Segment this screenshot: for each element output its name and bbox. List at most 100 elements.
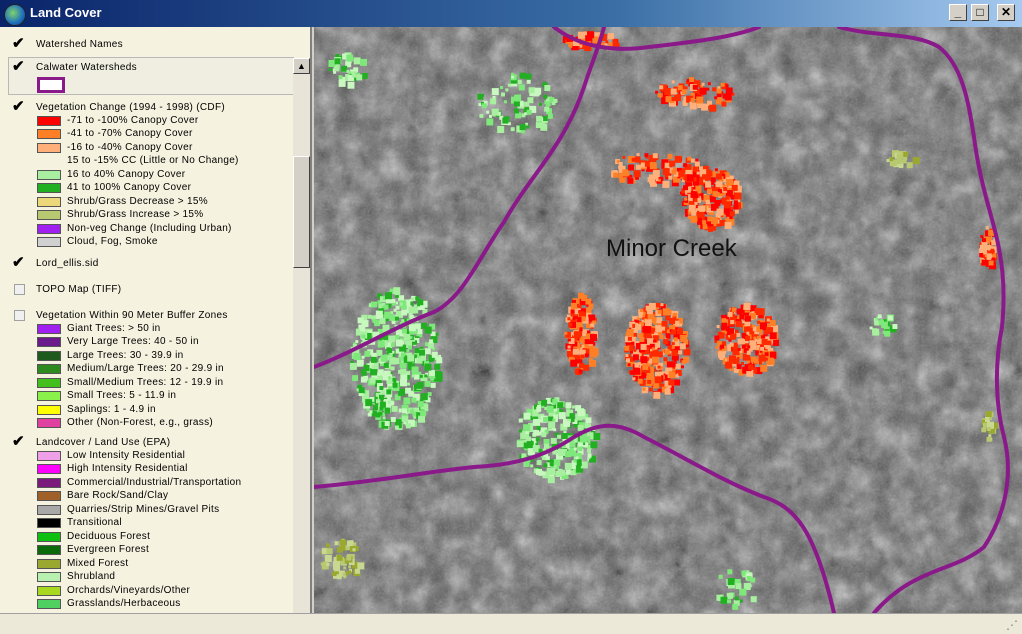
color-swatch <box>37 224 61 234</box>
vegetation-change-patch <box>902 159 907 164</box>
vegetation-change-patch <box>695 158 699 162</box>
vegetation-change-patch <box>519 429 522 433</box>
vegetation-change-patch <box>526 441 534 449</box>
vegetation-change-patch <box>887 315 893 321</box>
vegetation-change-patch <box>979 253 984 257</box>
vegetation-change-patch <box>731 307 736 312</box>
vegetation-change-patch <box>633 367 641 375</box>
vegetation-change-patch <box>716 208 724 216</box>
vegetation-change-patch <box>408 306 416 314</box>
layer-checkbox[interactable] <box>14 310 25 321</box>
resize-grip-icon[interactable]: ⋰ <box>1006 619 1018 631</box>
vegetation-change-patch <box>377 340 385 348</box>
vegetation-change-patch <box>766 318 770 322</box>
close-button[interactable]: ✕ <box>997 4 1015 21</box>
vegetation-change-patch <box>427 392 432 397</box>
vegetation-change-patch <box>992 254 997 258</box>
class-label: Shrub/Grass Increase > 15% <box>67 209 204 220</box>
scroll-up-button[interactable]: ▲ <box>293 58 310 74</box>
vegetation-change-patch <box>760 364 768 372</box>
checkmark-icon[interactable]: ✔ <box>12 434 26 449</box>
minimize-button[interactable]: _ <box>949 4 967 21</box>
class-label: Very Large Trees: 40 - 50 in <box>67 336 199 347</box>
vegetation-change-patch <box>718 574 723 579</box>
vegetation-change-patch <box>347 81 355 89</box>
vegetation-change-patch <box>367 314 372 319</box>
vegetation-change-patch <box>627 177 634 184</box>
scroll-thumb[interactable] <box>293 156 310 268</box>
color-swatch <box>37 505 61 515</box>
vegetation-change-patch <box>718 351 726 359</box>
vegetation-change-patch <box>360 58 367 66</box>
vegetation-change-patch <box>707 188 712 194</box>
vegetation-change-patch <box>715 346 719 349</box>
vegetation-change-patch <box>666 361 673 368</box>
vegetation-change-patch <box>486 118 494 126</box>
vegetation-change-patch <box>543 463 548 468</box>
vegetation-change-patch <box>653 339 657 343</box>
vegetation-change-patch <box>647 373 654 380</box>
vegetation-change-patch <box>689 101 693 105</box>
vegetation-change-patch <box>528 87 535 94</box>
vegetation-change-patch <box>391 405 398 412</box>
vegetation-change-patch <box>684 86 688 90</box>
vegetation-change-patch <box>530 464 534 468</box>
vegetation-change-patch <box>758 361 762 365</box>
vegetation-change-patch <box>353 57 361 65</box>
legend-scrollbar[interactable]: ▲ ▼ <box>293 58 310 613</box>
vegetation-change-patch <box>570 359 578 367</box>
vegetation-change-patch <box>605 40 609 44</box>
vegetation-change-patch <box>668 371 676 379</box>
vegetation-change-patch <box>699 205 706 212</box>
vegetation-change-patch <box>625 354 629 357</box>
vegetation-change-patch <box>651 347 655 351</box>
vegetation-change-patch <box>683 163 688 168</box>
vegetation-change-patch <box>679 323 683 327</box>
vegetation-change-patch <box>723 187 728 192</box>
map-view[interactable]: Minor Creek <box>314 27 1022 613</box>
layer-checkbox[interactable] <box>14 284 25 295</box>
checkmark-icon[interactable]: ✔ <box>12 59 26 74</box>
vegetation-change-patch <box>720 82 725 87</box>
color-swatch <box>37 116 61 126</box>
vegetation-change-patch <box>613 172 619 178</box>
maximize-button[interactable]: □ <box>971 4 989 21</box>
vegetation-change-patch <box>428 357 434 363</box>
vegetation-change-patch <box>536 468 542 475</box>
checkmark-icon[interactable]: ✔ <box>12 99 26 114</box>
vegetation-change-patch <box>334 541 339 546</box>
checkmark-icon[interactable]: ✔ <box>12 36 26 51</box>
vegetation-change-patch <box>694 194 698 199</box>
vegetation-change-patch <box>746 360 750 364</box>
vegetation-change-patch <box>609 36 613 40</box>
vegetation-change-patch <box>370 368 378 376</box>
class-label: Orchards/Vineyards/Other <box>67 585 191 596</box>
vegetation-change-patch <box>687 215 691 219</box>
vegetation-change-patch <box>683 348 691 356</box>
vegetation-change-patch <box>401 328 407 334</box>
vegetation-change-patch <box>662 168 670 176</box>
vegetation-change-patch <box>673 359 677 363</box>
vegetation-change-patch <box>770 347 774 351</box>
vegetation-change-patch <box>688 204 696 212</box>
vegetation-change-patch <box>373 405 379 411</box>
vegetation-change-patch <box>886 159 890 162</box>
vegetation-change-patch <box>715 336 719 339</box>
checkmark-icon[interactable]: ✔ <box>12 255 26 270</box>
vegetation-change-patch <box>379 318 386 325</box>
vegetation-change-patch <box>535 122 542 129</box>
vegetation-change-patch <box>699 87 707 95</box>
vegetation-change-patch <box>361 334 366 339</box>
class-label: Saplings: 1 - 4.9 in <box>67 404 156 415</box>
vegetation-change-patch <box>348 570 351 574</box>
vegetation-change-patch <box>383 362 389 368</box>
vegetation-change-patch <box>731 184 738 191</box>
vegetation-change-patch <box>642 364 649 370</box>
vegetation-change-patch <box>648 387 653 392</box>
vegetation-change-patch <box>557 434 562 439</box>
vegetation-change-patch <box>325 543 330 548</box>
class-label: Bare Rock/Sand/Clay <box>67 490 169 501</box>
vegetation-change-patch <box>674 94 682 102</box>
vegetation-change-patch <box>328 60 336 67</box>
vegetation-change-patch <box>571 302 577 309</box>
